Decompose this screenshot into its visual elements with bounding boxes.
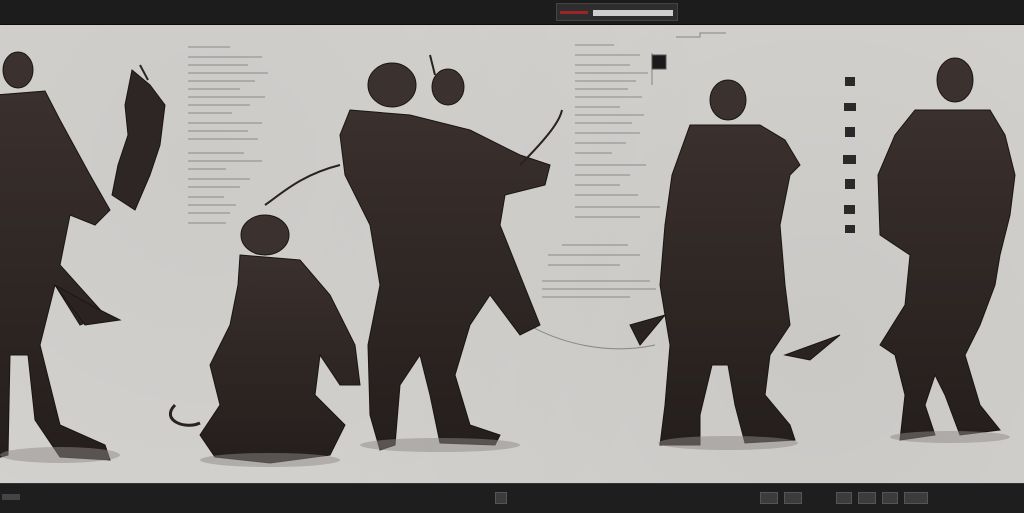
tab-color-indicator [560, 11, 588, 14]
figure-cloak-fragment [111, 64, 166, 211]
character-figures [0, 51, 1016, 467]
title-bar [0, 0, 1024, 25]
status-button-5[interactable] [858, 492, 876, 504]
figure-crouching [168, 214, 361, 467]
status-button-6[interactable] [882, 492, 898, 504]
tab-text-field[interactable] [593, 10, 673, 16]
document-tab[interactable] [556, 3, 678, 21]
status-button-1[interactable] [495, 492, 507, 504]
figure-standing-center-right [629, 79, 841, 450]
figure-standing-left [0, 51, 122, 463]
status-button-4[interactable] [836, 492, 852, 504]
figure-standing-right [877, 57, 1016, 443]
status-button-3[interactable] [784, 492, 802, 504]
artboard-canvas[interactable] [0, 25, 1024, 483]
glyph-column [843, 77, 856, 233]
status-left-indicator [2, 494, 20, 500]
status-button-2[interactable] [760, 492, 778, 504]
status-bar [0, 483, 1024, 513]
status-button-7[interactable] [904, 492, 928, 504]
